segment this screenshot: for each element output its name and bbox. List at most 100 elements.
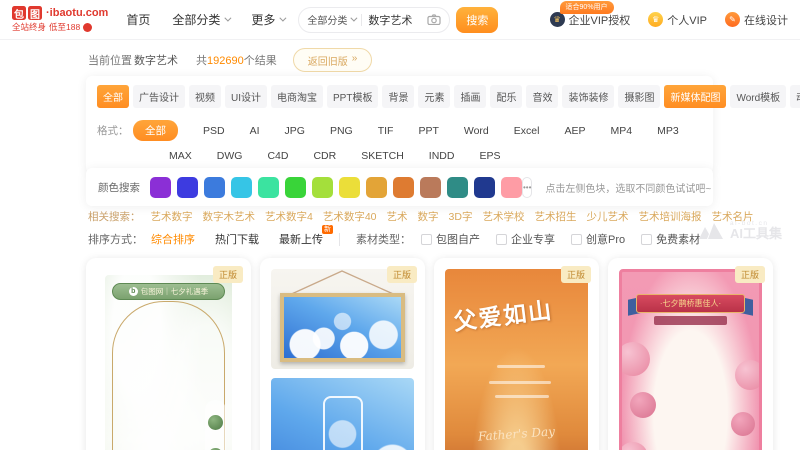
color-swatch[interactable]: [420, 177, 441, 198]
nav-more[interactable]: 更多: [251, 11, 284, 28]
color-swatch[interactable]: [177, 177, 198, 198]
personal-vip-link[interactable]: ♛ 个人VIP: [648, 12, 707, 28]
category-tab[interactable]: 元素: [418, 85, 450, 108]
color-swatch[interactable]: [474, 177, 495, 198]
format-option[interactable]: INDD: [429, 150, 455, 162]
back-to-old-version-button[interactable]: 返回旧版»: [293, 48, 373, 72]
sort-option[interactable]: 热门下载: [215, 231, 259, 247]
site-logo[interactable]: 包 图 ·ibaotu.com 全站终身 低至188: [12, 6, 108, 33]
category-tab[interactable]: 配乐: [490, 85, 522, 108]
result-card[interactable]: 正版 父爱如山 Father's Day: [434, 258, 599, 450]
format-filter-row: 格式： 全部PSDAIJPGPNGTIFPPTWordExcelAEPMP4MP…: [97, 120, 702, 141]
related-search-term[interactable]: 数字木艺术: [203, 209, 256, 224]
related-search-term[interactable]: 艺术数字40: [323, 209, 377, 224]
format-option[interactable]: SKETCH: [361, 150, 404, 162]
material-type-checkbox[interactable]: 包图自产: [421, 231, 480, 247]
account-area: 适合90%用户 ♛ 企业VIP授权 ♛ 个人VIP ✎ 在线设计: [550, 12, 788, 28]
personal-vip-icon: ♛: [648, 12, 663, 27]
related-search-term[interactable]: 少儿艺术: [586, 209, 628, 224]
format-option[interactable]: EPS: [479, 150, 500, 162]
category-tab[interactable]: 装饰装修: [562, 85, 614, 108]
category-tab[interactable]: 摄影图: [618, 85, 660, 108]
sort-option[interactable]: 最新上传新: [279, 231, 323, 247]
color-swatch[interactable]: [447, 177, 468, 198]
category-tab[interactable]: 动图GIF: [790, 85, 800, 108]
checkbox-icon[interactable]: [496, 234, 507, 245]
format-option[interactable]: PPT: [418, 125, 438, 137]
category-tab[interactable]: Word模板: [730, 85, 786, 108]
online-design-link[interactable]: ✎ 在线设计: [725, 12, 788, 28]
format-option[interactable]: MP4: [610, 125, 632, 137]
license-badge: 正版: [387, 266, 417, 283]
related-search-term[interactable]: 3D字: [449, 209, 473, 224]
color-swatch[interactable]: [501, 177, 522, 198]
color-swatch[interactable]: [204, 177, 225, 198]
format-option[interactable]: Excel: [514, 125, 540, 137]
checkbox-icon[interactable]: [641, 234, 652, 245]
category-tab[interactable]: 全部: [97, 85, 129, 108]
format-option[interactable]: DWG: [217, 150, 243, 162]
format-option[interactable]: MAX: [169, 150, 192, 162]
related-search-term[interactable]: 艺术: [387, 209, 408, 224]
format-option[interactable]: JPG: [285, 125, 305, 137]
color-swatches: [150, 177, 522, 198]
material-type-checkbox[interactable]: 企业专享: [496, 231, 555, 247]
result-card[interactable]: 正版 b 包图网｜七夕礼遇季 50元: [86, 258, 251, 450]
search-button[interactable]: 搜索: [456, 7, 498, 33]
category-tab[interactable]: 音效: [526, 85, 558, 108]
material-type-checkbox[interactable]: 免费素材: [641, 231, 700, 247]
format-option[interactable]: Word: [464, 125, 489, 137]
category-tab[interactable]: 广告设计: [133, 85, 185, 108]
format-option[interactable]: AEP: [564, 125, 585, 137]
format-option[interactable]: AI: [250, 125, 260, 137]
color-swatch[interactable]: [393, 177, 414, 198]
license-badge: 正版: [561, 266, 591, 283]
nav-all-categories[interactable]: 全部分类: [172, 11, 229, 28]
color-swatch[interactable]: [258, 177, 279, 198]
framed-sky-painting: [280, 293, 405, 362]
color-swatch[interactable]: [150, 177, 171, 198]
color-swatch[interactable]: [312, 177, 333, 198]
checkbox-icon[interactable]: [421, 234, 432, 245]
material-type-checkbox[interactable]: 创意Pro: [571, 231, 625, 247]
breadcrumb-keyword: 数字艺术: [134, 52, 178, 68]
related-search-term[interactable]: 艺术数字4: [265, 209, 313, 224]
ribbon-subtitle-decoration: [654, 316, 727, 325]
ai-bot-logo-icon: [698, 222, 724, 240]
result-card[interactable]: 正版 ·七夕鹊桥惠佳人· 20: [608, 258, 773, 450]
format-option[interactable]: C4D: [267, 150, 288, 162]
search-category-select[interactable]: 全部分类: [307, 12, 355, 27]
color-swatch[interactable]: [231, 177, 252, 198]
format-option[interactable]: PNG: [330, 125, 353, 137]
more-colors-button[interactable]: •••: [522, 177, 532, 198]
enterprise-vip-link[interactable]: 适合90%用户 ♛ 企业VIP授权: [550, 12, 631, 28]
color-swatch[interactable]: [285, 177, 306, 198]
sort-option[interactable]: 综合排序: [151, 231, 195, 247]
color-swatch[interactable]: [366, 177, 387, 198]
category-tab[interactable]: 插画: [454, 85, 486, 108]
related-search-term[interactable]: 艺术培训海报: [638, 209, 701, 224]
category-tab[interactable]: 电商淘宝: [271, 85, 323, 108]
category-tab[interactable]: 背景: [382, 85, 414, 108]
format-option[interactable]: MP3: [657, 125, 679, 137]
color-swatch[interactable]: [339, 177, 360, 198]
format-option[interactable]: TIF: [378, 125, 394, 137]
category-tab[interactable]: UI设计: [225, 85, 267, 108]
category-tab[interactable]: PPT模板: [327, 85, 378, 108]
camera-icon[interactable]: [427, 14, 441, 25]
category-tab[interactable]: 视频: [189, 85, 221, 108]
format-option[interactable]: CDR: [313, 150, 336, 162]
blossom-decoration: [735, 360, 762, 390]
format-option[interactable]: 全部: [133, 120, 178, 141]
related-search-term[interactable]: 数字: [418, 209, 439, 224]
category-tab[interactable]: 新媒体配图: [664, 85, 726, 108]
search-input[interactable]: [368, 14, 426, 26]
result-card[interactable]: 正版: [260, 258, 425, 450]
format-option[interactable]: PSD: [203, 125, 225, 137]
related-search-term[interactable]: 艺术数字: [151, 209, 193, 224]
checkbox-icon[interactable]: [571, 234, 582, 245]
color-search-panel: 颜色搜索 ••• 点击左侧色块，选取不同颜色试试吧~: [86, 168, 713, 206]
related-search-term[interactable]: 艺术招生: [534, 209, 576, 224]
nav-home[interactable]: 首页: [126, 11, 150, 28]
related-search-term[interactable]: 艺术学校: [482, 209, 524, 224]
